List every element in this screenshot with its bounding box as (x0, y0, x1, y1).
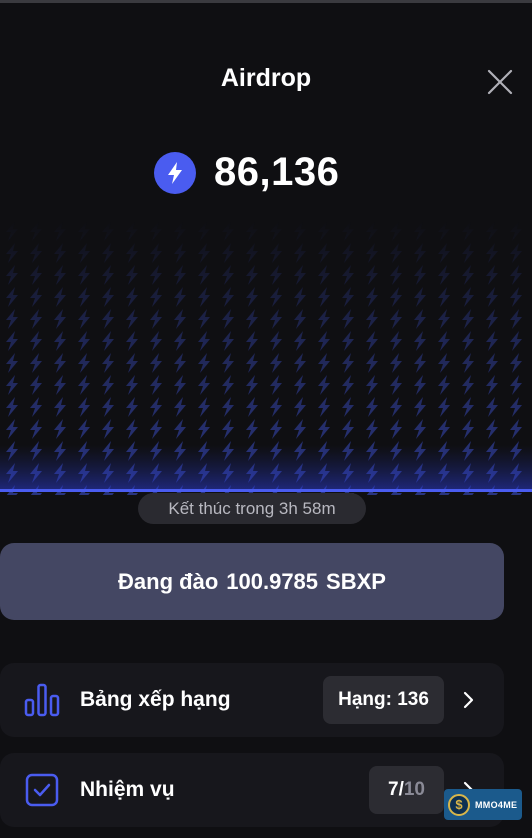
tasks-done: 7/ (388, 779, 404, 800)
page-title: Airdrop (220, 64, 312, 92)
countdown-badge: Kết thúc trong 3h 58m (138, 493, 366, 524)
tasks-row[interactable]: Nhiệm vụ 7/10 (0, 753, 504, 827)
chevron-right-icon (463, 691, 474, 709)
tasks-progress-badge: 7/10 (369, 766, 444, 814)
top-divider (0, 0, 532, 3)
watermark-text: MMO4ME (475, 799, 518, 810)
rank-badge: Hạng: 136 (323, 676, 444, 724)
tasks-total: 10 (403, 779, 425, 800)
tasks-label: Nhiệm vụ (80, 778, 175, 801)
close-icon[interactable] (484, 66, 516, 98)
balance-value: 86,136 (214, 150, 340, 194)
balance-display: 86,136 (154, 150, 339, 195)
lightning-bolt-icon (154, 151, 196, 194)
mining-amount: 100.9785 (226, 568, 319, 594)
dollar-coin-icon: $ (448, 793, 470, 816)
leaderboard-row[interactable]: Bảng xếp hạng Hạng: 136 (0, 663, 504, 737)
mining-label: Đang đào (118, 568, 219, 594)
watermark-logo: $ MMO4ME (444, 789, 522, 820)
mining-button[interactable]: Đang đào 100.9785 SBXP (0, 543, 504, 620)
bar-chart-icon (24, 683, 60, 717)
checkbox-icon (25, 773, 59, 807)
leaderboard-label: Bảng xếp hạng (80, 688, 231, 711)
mining-currency: SBXP (326, 568, 386, 594)
bolt-pattern-background (0, 220, 532, 495)
